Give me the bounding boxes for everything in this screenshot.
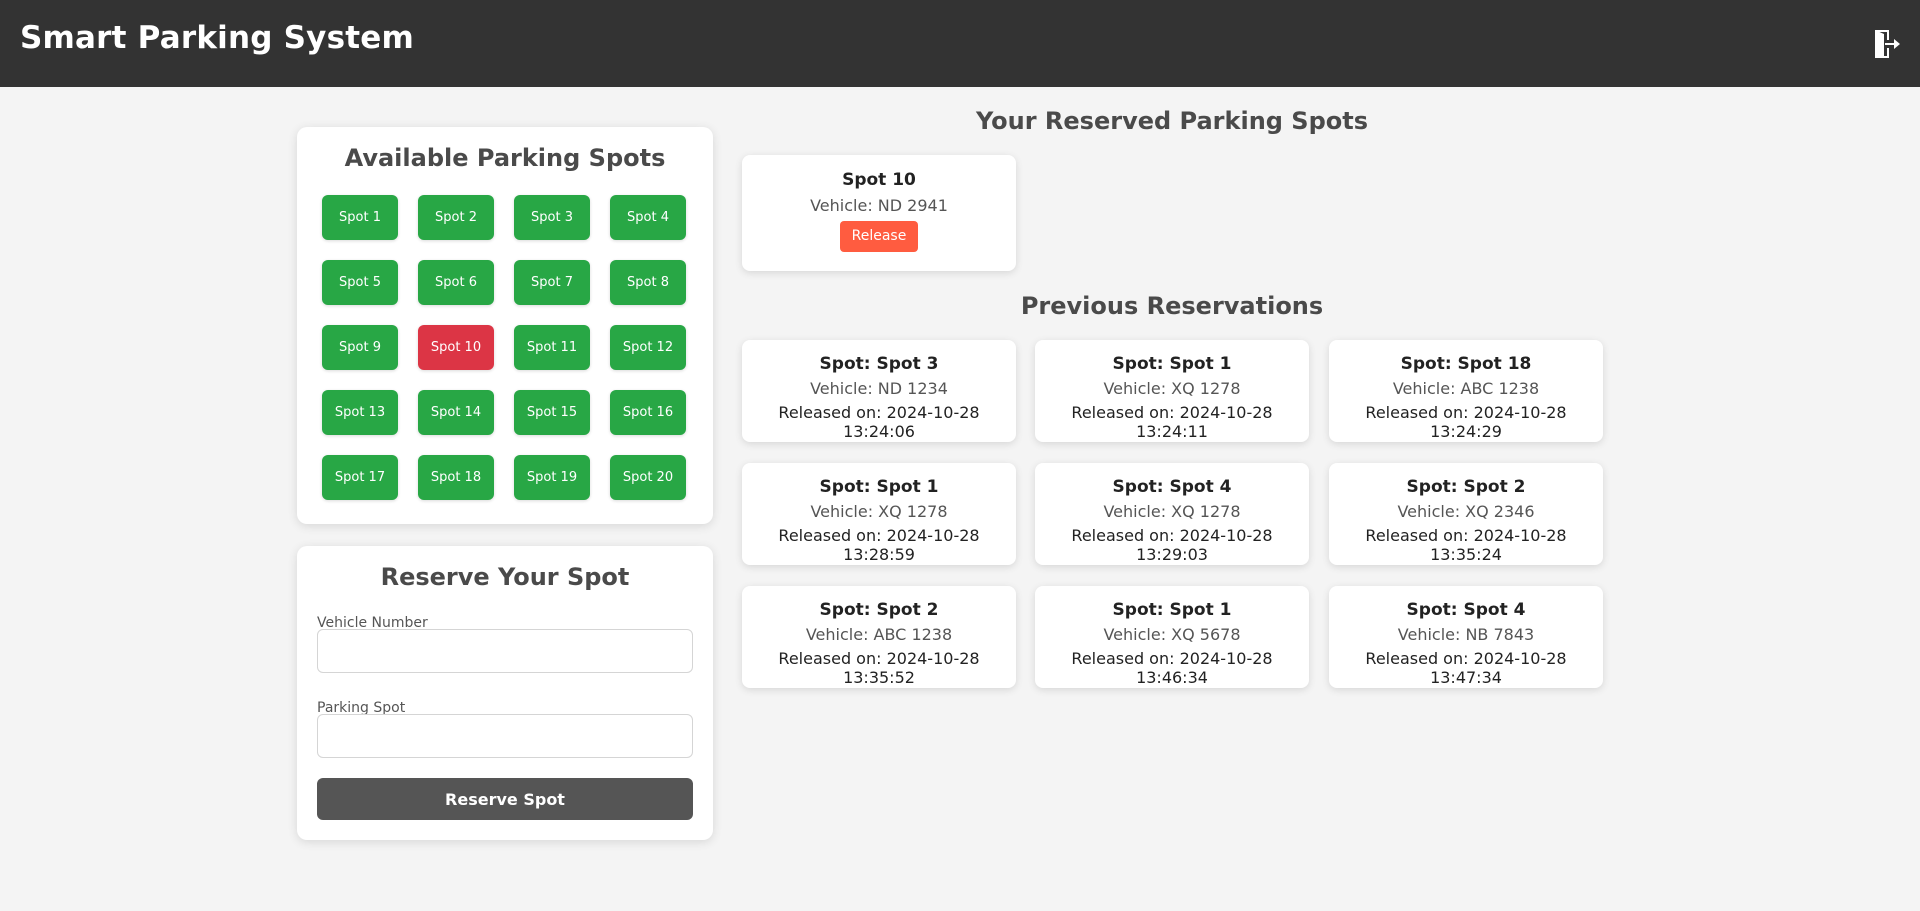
history-spot: Spot: Spot 2 — [1406, 477, 1526, 497]
spot-button[interactable]: Spot 8 — [610, 260, 686, 305]
available-spots-title: Available Parking Spots — [344, 144, 666, 172]
spot-button[interactable]: Spot 15 — [514, 390, 590, 435]
parking-spot-input[interactable] — [317, 714, 693, 758]
reserved-vehicle: Vehicle: ND 2941 — [810, 196, 948, 215]
history-vehicle: Vehicle: ABC 1238 — [805, 625, 953, 644]
release-button[interactable]: Release — [839, 221, 919, 252]
reserve-form-title: Reserve Your Spot — [380, 563, 630, 591]
reserved-spot-name: Spot 10 — [842, 170, 916, 190]
history-spot: Spot: Spot 1 — [819, 477, 939, 497]
reserved-spots-title: Your Reserved Parking Spots — [975, 107, 1369, 135]
history-card: Spot: Spot 3 Vehicle: ND 1234 Released on:… — [742, 340, 1016, 442]
spot-button[interactable]: Spot 13 — [322, 390, 398, 435]
history-card: Spot: Spot 18 Vehicle: ABC 1238 Released o… — [1329, 340, 1603, 442]
history-card: Spot: Spot 2 Vehicle: XQ 2346 Released on:… — [1329, 463, 1603, 565]
spot-button[interactable]: Spot 7 — [514, 260, 590, 305]
history-vehicle: Vehicle: XQ 5678 — [1103, 625, 1241, 644]
spot-button[interactable]: Spot 11 — [514, 325, 590, 370]
spot-grid: Spot 1 Spot 2 Spot 3 Spot 4 Spot 5 Spot 6 Spot… — [322, 195, 686, 500]
history-card: Spot: Spot 4 Vehicle: NB 7843 Released on:… — [1329, 586, 1603, 688]
app-header: Smart Parking System — [0, 0, 1920, 87]
history-card: Spot: Spot 1 Vehicle: XQ 1278 Released on:… — [1035, 340, 1309, 442]
spot-button[interactable]: Spot 20 — [610, 455, 686, 500]
history-released-on: Released on: 2024-10-28 13:28:59 — [778, 526, 980, 564]
reserved-spot-card: Spot 10 Vehicle: ND 2941 Release — [742, 155, 1016, 271]
spot-button[interactable]: Spot 14 — [418, 390, 494, 435]
history-spot: Spot: Spot 2 — [819, 600, 939, 620]
spot-button[interactable]: Spot 4 — [610, 195, 686, 240]
spot-button[interactable]: Spot 9 — [322, 325, 398, 370]
app-title: Smart Parking System — [20, 20, 414, 56]
history-spot: Spot: Spot 18 — [1400, 354, 1532, 374]
history-released-on: Released on: 2024-10-28 13:24:11 — [1071, 403, 1273, 441]
history-released-on: Released on: 2024-10-28 13:46:34 — [1071, 649, 1273, 687]
reserve-form-panel: Reserve Your Spot Vehicle Number Parking… — [297, 546, 713, 840]
spot-button[interactable]: Spot 19 — [514, 455, 590, 500]
history-released-on: Released on: 2024-10-28 13:35:24 — [1365, 526, 1567, 564]
history-released-on: Released on: 2024-10-28 13:47:34 — [1365, 649, 1567, 687]
spot-button[interactable]: Spot 1 — [322, 195, 398, 240]
spot-button[interactable]: Spot 18 — [418, 455, 494, 500]
history-vehicle: Vehicle: ND 1234 — [810, 379, 948, 398]
history-spot: Spot: Spot 3 — [819, 354, 939, 374]
spot-button[interactable]: Spot 2 — [418, 195, 494, 240]
history-spot: Spot: Spot 1 — [1112, 354, 1232, 374]
history-released-on: Released on: 2024-10-28 13:24:06 — [778, 403, 980, 441]
available-spots-panel: Available Parking Spots Spot 1 Spot 2 Spot… — [297, 127, 713, 524]
history-released-on: Released on: 2024-10-28 13:35:52 — [778, 649, 980, 687]
history-card: Spot: Spot 1 Vehicle: XQ 5678 Released on:… — [1035, 586, 1309, 688]
spot-button[interactable]: Spot 10 — [418, 325, 494, 370]
reserve-spot-button[interactable]: Reserve Spot — [317, 778, 693, 820]
history-released-on: Released on: 2024-10-28 13:24:29 — [1365, 403, 1567, 441]
previous-reservations-title: Previous Reservations — [1020, 292, 1324, 320]
spot-button[interactable]: Spot 16 — [610, 390, 686, 435]
history-vehicle: Vehicle: XQ 1278 — [1103, 502, 1241, 521]
vehicle-number-input[interactable] — [317, 629, 693, 673]
history-spot: Spot: Spot 1 — [1112, 600, 1232, 620]
spot-button[interactable]: Spot 5 — [322, 260, 398, 305]
history-spot: Spot: Spot 4 — [1406, 600, 1526, 620]
history-card: Spot: Spot 4 Vehicle: XQ 1278 Released on:… — [1035, 463, 1309, 565]
history-card: Spot: Spot 1 Vehicle: XQ 1278 Released on:… — [742, 463, 1016, 565]
history-vehicle: Vehicle: NB 7843 — [1397, 625, 1535, 644]
spot-button[interactable]: Spot 12 — [610, 325, 686, 370]
history-vehicle: Vehicle: XQ 2346 — [1397, 502, 1535, 521]
spot-button[interactable]: Spot 17 — [322, 455, 398, 500]
spot-button[interactable]: Spot 3 — [514, 195, 590, 240]
history-spot: Spot: Spot 4 — [1112, 477, 1232, 497]
history-vehicle: Vehicle: XQ 1278 — [1103, 379, 1241, 398]
history-released-on: Released on: 2024-10-28 13:29:03 — [1071, 526, 1273, 564]
history-card: Spot: Spot 2 Vehicle: ABC 1238 Released on… — [742, 586, 1016, 688]
history-vehicle: Vehicle: XQ 1278 — [810, 502, 948, 521]
history-vehicle: Vehicle: ABC 1238 — [1392, 379, 1540, 398]
logout-icon[interactable] — [1872, 28, 1900, 60]
spot-button[interactable]: Spot 6 — [418, 260, 494, 305]
